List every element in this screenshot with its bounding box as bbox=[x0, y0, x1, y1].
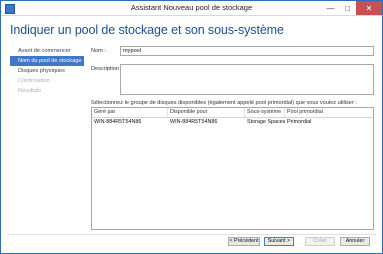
cancel-button[interactable]: Annuler bbox=[340, 237, 370, 246]
description-input[interactable] bbox=[120, 64, 374, 95]
next-button[interactable]: Suivant > bbox=[264, 237, 294, 246]
primordial-pool-table: Géré par Disponible pour Sous-système Po… bbox=[91, 107, 374, 230]
minimize-button[interactable]: — bbox=[322, 1, 339, 15]
table-row[interactable]: WIN-884R5T54N86 WIN-884R5T54N86 Storage … bbox=[92, 118, 373, 127]
nav-item-before-you-begin[interactable]: Avant de commencer bbox=[10, 46, 84, 56]
column-primordial-pool[interactable]: Pool primordial bbox=[285, 108, 373, 117]
nav-item-physical-disks[interactable]: Disques physiques bbox=[10, 66, 84, 76]
cell-managed-by: WIN-884R5T54N86 bbox=[94, 119, 142, 125]
window-controls: — □ ✕ bbox=[322, 1, 382, 15]
maximize-button[interactable]: □ bbox=[339, 1, 356, 15]
nav-item-results: Résultats bbox=[18, 88, 42, 94]
description-label: Description : bbox=[91, 66, 123, 72]
column-available-to[interactable]: Disponible pour bbox=[168, 108, 245, 117]
page-title: Indiquer un pool de stockage et son sous… bbox=[10, 23, 284, 37]
wizard-window: Assistant Nouveau pool de stockage — □ ✕… bbox=[0, 0, 383, 254]
table-header: Géré par Disponible pour Sous-système Po… bbox=[92, 108, 373, 118]
wizard-steps-nav: Avant de commencer Nom du pool de stocka… bbox=[10, 46, 84, 96]
cell-available-to: WIN-884R5T54N86 bbox=[170, 119, 218, 125]
title-bar: Assistant Nouveau pool de stockage — □ ✕ bbox=[1, 1, 382, 16]
nav-item-confirmation: Confirmation bbox=[18, 78, 50, 84]
name-label: Nom : bbox=[91, 48, 106, 54]
create-button: Créer bbox=[305, 237, 335, 246]
column-managed-by[interactable]: Géré par bbox=[92, 108, 168, 117]
nav-item-pool-name[interactable]: Nom du pool de stockage bbox=[10, 56, 84, 66]
previous-button[interactable]: < Précédent bbox=[228, 237, 260, 246]
cell-subsystem: Storage Spaces bbox=[247, 119, 285, 125]
pool-name-input[interactable] bbox=[120, 46, 374, 56]
footer-divider bbox=[7, 234, 376, 235]
cell-primordial-pool: Primordial bbox=[287, 119, 312, 125]
column-subsystem[interactable]: Sous-système bbox=[245, 108, 285, 117]
close-button[interactable]: ✕ bbox=[356, 1, 382, 15]
pool-selection-prompt: Sélectionnez le groupe de disques dispon… bbox=[91, 100, 357, 106]
